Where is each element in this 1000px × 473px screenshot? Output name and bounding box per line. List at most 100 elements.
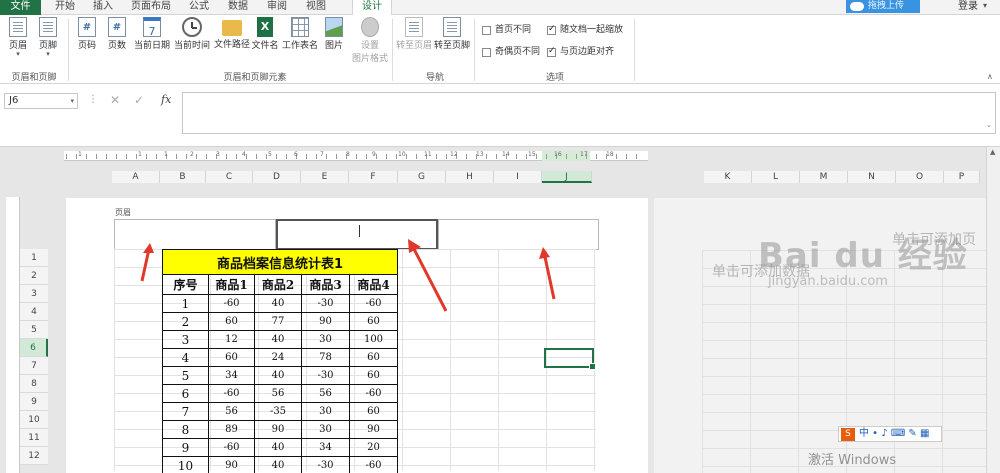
chevron-down-icon[interactable]: ▾: [70, 94, 74, 108]
enter-check-icon[interactable]: ✓: [134, 93, 144, 107]
table-cell[interactable]: -60: [208, 384, 255, 403]
table-cell[interactable]: 30: [301, 330, 350, 349]
table-cell[interactable]: -30: [301, 366, 350, 385]
table-seq-cell[interactable]: 8: [162, 420, 209, 439]
table-cell[interactable]: 90: [301, 312, 350, 331]
column-header-a[interactable]: A: [112, 171, 160, 183]
column-header-l[interactable]: L: [752, 171, 800, 183]
chevron-down-icon[interactable]: ▾: [983, 1, 987, 10]
row-header-7[interactable]: 7: [20, 357, 48, 375]
row-header-1[interactable]: 1: [20, 249, 48, 267]
table-cell[interactable]: 20: [349, 438, 398, 457]
table-cell[interactable]: 78: [301, 348, 350, 367]
table-cell[interactable]: 60: [208, 312, 255, 331]
table-cell[interactable]: 40: [254, 366, 302, 385]
first-page-different-checkbox[interactable]: 首页不同: [482, 25, 531, 37]
column-header-g[interactable]: G: [398, 171, 446, 183]
header-right-section[interactable]: [438, 219, 599, 250]
table-cell[interactable]: -35: [254, 402, 302, 421]
tab-view[interactable]: 视图: [300, 0, 332, 15]
column-header-h[interactable]: H: [446, 171, 494, 183]
row-header-4[interactable]: 4: [20, 303, 48, 321]
row-header-3[interactable]: 3: [20, 285, 48, 303]
table-seq-cell[interactable]: 6: [162, 384, 209, 403]
column-header-p[interactable]: P: [944, 171, 980, 183]
picture-button[interactable]: 图片: [322, 17, 346, 51]
row-header-9[interactable]: 9: [20, 393, 48, 411]
table-cell[interactable]: -60: [208, 438, 255, 457]
upload-button[interactable]: 拖拽上传: [846, 0, 920, 13]
column-header-o[interactable]: O: [896, 171, 944, 183]
table-cell[interactable]: -30: [301, 294, 350, 313]
page-number-button[interactable]: 页码: [74, 17, 100, 51]
table-header-cell[interactable]: 商品3: [301, 274, 350, 295]
row-header-12[interactable]: 12: [20, 447, 48, 465]
table-header-cell[interactable]: 商品2: [254, 274, 302, 295]
tab-review[interactable]: 审阅: [261, 0, 293, 15]
table-cell[interactable]: 56: [301, 384, 350, 403]
tab-design[interactable]: 设计: [352, 0, 392, 16]
name-box[interactable]: J6 ▾: [4, 93, 78, 109]
cancel-icon[interactable]: ✕: [110, 93, 120, 107]
row-header-5[interactable]: 5: [20, 321, 48, 339]
table-seq-cell[interactable]: 3: [162, 330, 209, 349]
row-header-2[interactable]: 2: [20, 267, 48, 285]
current-date-button[interactable]: 当前日期: [132, 17, 172, 51]
column-header-m[interactable]: M: [800, 171, 848, 183]
table-cell[interactable]: 100: [349, 330, 398, 349]
collapse-ribbon-icon[interactable]: ∧: [987, 72, 993, 81]
tab-insert[interactable]: 插入: [87, 0, 119, 15]
table-cell[interactable]: 40: [254, 438, 302, 457]
column-header-j[interactable]: J: [542, 171, 592, 183]
table-cell[interactable]: 40: [254, 294, 302, 313]
table-cell[interactable]: 60: [208, 348, 255, 367]
table-cell[interactable]: 56: [254, 384, 302, 403]
table-header-cell[interactable]: 商品4: [349, 274, 398, 295]
column-header-n[interactable]: N: [848, 171, 896, 183]
table-seq-cell[interactable]: 10: [162, 456, 209, 473]
table-cell[interactable]: -30: [301, 456, 350, 473]
table-title[interactable]: 商品档案信息统计表1: [162, 249, 398, 275]
row-header-8[interactable]: 8: [20, 375, 48, 393]
table-cell[interactable]: 89: [208, 420, 255, 439]
column-header-e[interactable]: E: [301, 171, 349, 183]
table-cell[interactable]: 34: [301, 438, 350, 457]
scale-with-document-checkbox[interactable]: 随文档一起缩放: [547, 24, 623, 37]
insert-function-icon[interactable]: fx: [161, 93, 171, 106]
selected-cell-j6[interactable]: [544, 348, 596, 370]
file-path-button[interactable]: 文件路径: [212, 17, 252, 50]
table-header-cell[interactable]: 序号: [162, 274, 209, 295]
align-with-margins-checkbox[interactable]: 与页边距对齐: [547, 46, 614, 59]
table-cell[interactable]: 60: [349, 348, 398, 367]
formula-input[interactable]: [182, 92, 996, 134]
tab-page-layout[interactable]: 页面布局: [127, 0, 175, 15]
table-seq-cell[interactable]: 1: [162, 294, 209, 313]
column-header-c[interactable]: C: [206, 171, 253, 183]
tab-home[interactable]: 开始: [49, 0, 81, 15]
table-seq-cell[interactable]: 4: [162, 348, 209, 367]
table-cell[interactable]: 90: [349, 420, 398, 439]
header-button[interactable]: 页眉 ▾: [6, 17, 30, 58]
table-cell[interactable]: 24: [254, 348, 302, 367]
current-time-button[interactable]: 当前时间: [172, 17, 212, 51]
table-seq-cell[interactable]: 5: [162, 366, 209, 385]
column-header-b[interactable]: B: [160, 171, 206, 183]
table-seq-cell[interactable]: 2: [162, 312, 209, 331]
sheet-name-button[interactable]: 工作表名: [280, 17, 320, 51]
table-cell[interactable]: 30: [301, 402, 350, 421]
column-header-i[interactable]: I: [494, 171, 542, 183]
table-cell[interactable]: 30: [301, 420, 350, 439]
table-cell[interactable]: 90: [208, 456, 255, 473]
table-header-cell[interactable]: 商品1: [208, 274, 255, 295]
table-cell[interactable]: -60: [349, 294, 398, 313]
table-cell[interactable]: 12: [208, 330, 255, 349]
table-seq-cell[interactable]: 7: [162, 402, 209, 421]
table-cell[interactable]: 60: [349, 312, 398, 331]
tab-formulas[interactable]: 公式: [183, 0, 215, 15]
expand-formula-bar-icon[interactable]: ⌄: [986, 121, 992, 129]
footer-button[interactable]: 页脚 ▾: [36, 17, 60, 58]
row-header-10[interactable]: 10: [20, 411, 48, 429]
ime-toolbar[interactable]: S 中 • ♪ ⌨ ✎ ▦: [838, 426, 942, 442]
table-cell[interactable]: 60: [349, 402, 398, 421]
table-cell[interactable]: -60: [349, 456, 398, 473]
